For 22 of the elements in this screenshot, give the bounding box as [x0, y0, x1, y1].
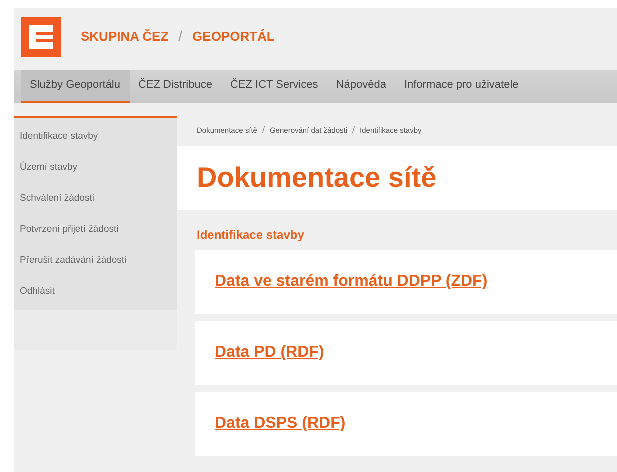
- sidebar-item[interactable]: Území stavby: [14, 152, 177, 183]
- sidebar-item[interactable]: Přerušit zadávání žádosti: [14, 245, 177, 276]
- breadcrumb-separator: /: [352, 124, 356, 138]
- nav-tab[interactable]: Služby Geoportálu: [21, 70, 130, 103]
- brand-name: SKUPINA ČEZ: [81, 28, 169, 46]
- nav-tab[interactable]: Nápověda: [327, 70, 396, 103]
- page-title: Dokumentace sítě: [197, 161, 437, 195]
- portal-name: GEOPORTÁL: [192, 28, 275, 46]
- logo-icon: [21, 16, 61, 56]
- sidebar-item[interactable]: Schválení žádosti: [14, 183, 177, 214]
- nav-tab[interactable]: ČEZ Distribuce: [130, 70, 222, 103]
- sidebar-item[interactable]: Potvrzení přijetí žádosti: [14, 214, 177, 245]
- nav-tab[interactable]: ČEZ ICT Services: [221, 70, 328, 103]
- data-link[interactable]: Data ve starém formátu DDPP (ZDF): [215, 270, 488, 294]
- breadcrumb-separator: /: [262, 124, 265, 138]
- data-link[interactable]: Data DSPS (RDF): [215, 412, 346, 436]
- section-title: Identifikace stavby: [197, 227, 306, 244]
- separator: /: [178, 27, 183, 46]
- sidebar-item[interactable]: Odhlásit: [14, 276, 177, 307]
- sidebar-item[interactable]: Identifikace stavby: [14, 121, 177, 152]
- data-link[interactable]: Data PD (RDF): [215, 341, 324, 365]
- nav-tab[interactable]: Informace pro uživatele: [395, 70, 528, 103]
